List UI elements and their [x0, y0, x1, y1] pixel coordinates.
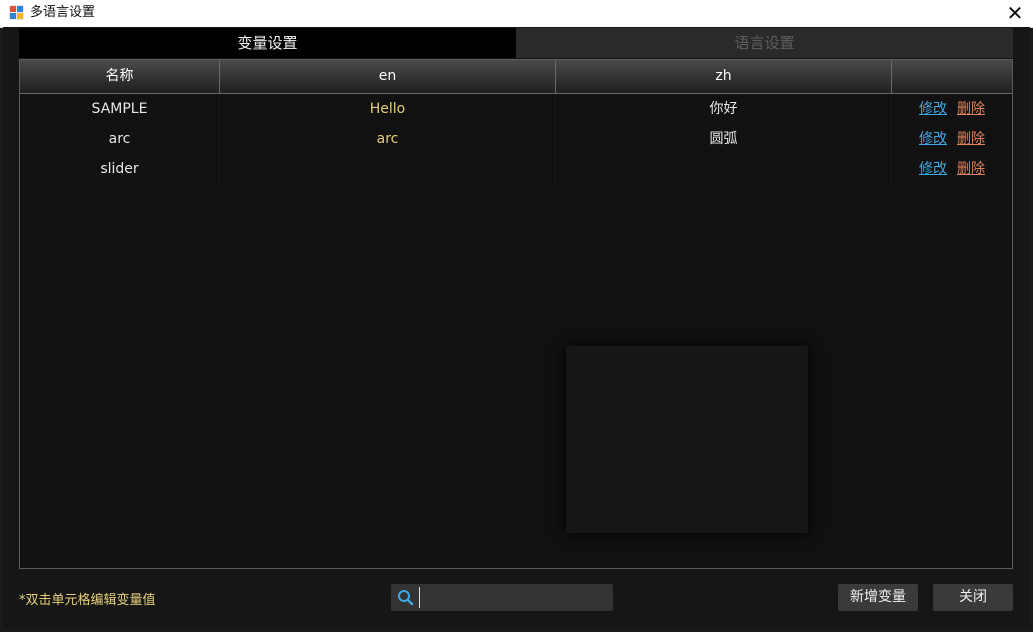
table-row: SAMPLE Hello 你好 修改 删除 — [20, 94, 1012, 124]
cell-en[interactable]: arc — [220, 124, 556, 154]
cell-actions: 修改 删除 — [892, 154, 1012, 184]
edit-link[interactable]: 修改 — [919, 161, 947, 177]
cell-name[interactable]: SAMPLE — [20, 94, 220, 124]
cell-actions: 修改 删除 — [892, 124, 1012, 154]
edit-link[interactable]: 修改 — [919, 131, 947, 147]
search-input[interactable] — [419, 587, 608, 608]
search-icon — [398, 590, 414, 606]
column-header-zh[interactable]: zh — [556, 60, 892, 93]
tab-language-settings[interactable]: 语言设置 — [516, 28, 1013, 58]
variable-table: 名称 en zh SAMPLE Hello 你好 修改 删除 arc arc 圆弧… — [19, 59, 1013, 569]
edit-hint: *双击单元格编辑变量值 — [19, 593, 156, 608]
table-row: slider 修改 删除 — [20, 154, 1012, 184]
title-bar: 多语言设置 ✕ — [0, 0, 1033, 28]
cell-actions: 修改 删除 — [892, 94, 1012, 124]
add-variable-button[interactable]: 新增变量 — [838, 584, 918, 611]
cell-name[interactable]: slider — [20, 154, 220, 184]
window-title: 多语言设置 — [30, 5, 96, 20]
cell-zh[interactable] — [556, 154, 892, 184]
cell-zh[interactable]: 圆弧 — [556, 124, 892, 154]
cell-zh[interactable]: 你好 — [556, 94, 892, 124]
delete-link[interactable]: 删除 — [957, 131, 985, 147]
table-header: 名称 en zh — [20, 60, 1012, 94]
edit-link[interactable]: 修改 — [919, 101, 947, 117]
tab-variable-settings[interactable]: 变量设置 — [19, 28, 516, 58]
cell-en[interactable] — [220, 154, 556, 184]
delete-link[interactable]: 删除 — [957, 101, 985, 117]
close-icon[interactable]: ✕ — [1005, 3, 1025, 23]
column-header-name[interactable]: 名称 — [20, 60, 220, 93]
dialog-body: 变量设置 语言设置 名称 en zh SAMPLE Hello 你好 修改 删除 … — [3, 27, 1030, 628]
table-row: arc arc 圆弧 修改 删除 — [20, 124, 1012, 154]
empty-overlay-panel — [566, 346, 808, 533]
search-box — [391, 584, 613, 611]
column-header-actions — [892, 60, 1012, 93]
cell-name[interactable]: arc — [20, 124, 220, 154]
cell-en[interactable]: Hello — [220, 94, 556, 124]
app-icon — [9, 5, 24, 20]
column-header-en[interactable]: en — [220, 60, 556, 93]
tab-bar: 变量设置 语言设置 — [19, 28, 1013, 58]
delete-link[interactable]: 删除 — [957, 161, 985, 177]
close-button[interactable]: 关闭 — [933, 584, 1013, 611]
